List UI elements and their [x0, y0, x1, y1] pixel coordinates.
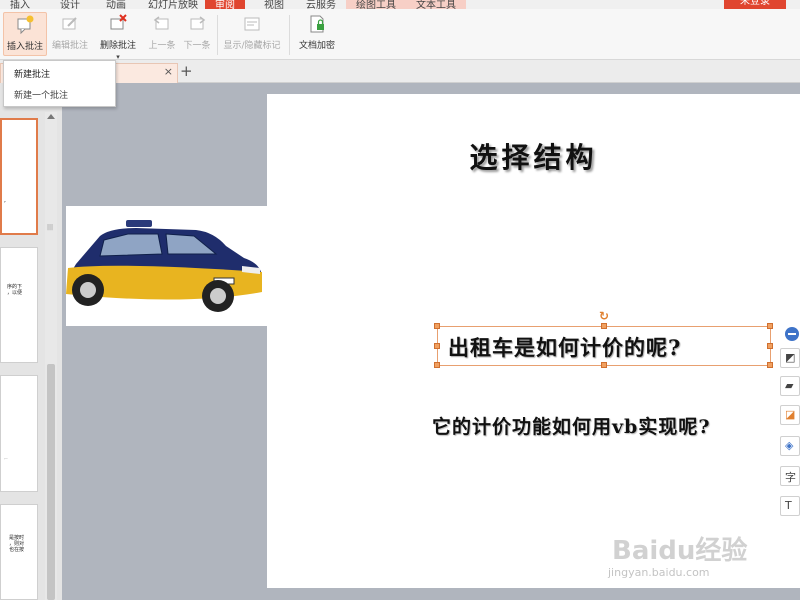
show-hide-markup-button[interactable]: 显示/隐藏标记 [221, 12, 283, 56]
ribbon-toolbar: 插入批注 编辑批注 删除批注 ▾ 上一条 下一条 显示/隐藏标记 文档加密 [0, 9, 800, 61]
slide-thumbnail[interactable]: ⌐ [0, 375, 38, 492]
delete-comment-icon [110, 14, 127, 30]
resize-handle[interactable] [434, 362, 440, 368]
taxi-image[interactable] [66, 206, 268, 326]
edit-comment-button[interactable]: 编辑批注 [50, 12, 90, 56]
text-style-button[interactable]: 字 [780, 466, 800, 486]
menu-bar: 插入 设计 动画 幻灯片放映 审阅 视图 云服务 绘图工具 文本工具 未登录 [0, 0, 800, 9]
scrollbar-thumb[interactable] [47, 364, 55, 600]
collapse-toolbar-button[interactable] [785, 327, 799, 341]
slide-thumbnail[interactable]: 是按时 ，则对 也在按 [0, 504, 38, 600]
tab-review[interactable]: 审阅 [205, 0, 245, 9]
resize-handle[interactable] [767, 323, 773, 329]
delete-comment-button[interactable]: 删除批注 ▾ [94, 12, 142, 61]
tab-animation[interactable]: 动画 [106, 0, 126, 9]
outline-button[interactable]: ◪ [780, 405, 800, 425]
resize-handle[interactable] [767, 362, 773, 368]
encrypt-document-button[interactable]: 文档加密 [295, 12, 339, 56]
fill-color-button[interactable]: ▰ [780, 376, 800, 396]
edit-comment-icon [62, 17, 77, 30]
textbox-text[interactable]: 出租车是如何计价的呢? [448, 332, 681, 362]
tooltip: 新建批注 新建一个批注 [3, 60, 116, 107]
selected-textbox[interactable]: 出租车是如何计价的呢? [434, 323, 773, 368]
tab-drawing-tools[interactable]: 绘图工具 [346, 0, 406, 9]
tab-design[interactable]: 设计 [60, 0, 80, 9]
rotate-handle-icon[interactable]: ↻ [599, 309, 609, 323]
new-tab-icon[interactable]: + [180, 62, 193, 80]
taxi-car-image [66, 220, 262, 312]
insert-comment-button[interactable]: 插入批注 [3, 12, 47, 56]
previous-icon [153, 16, 169, 30]
resize-grip-icon[interactable]: ||| [47, 224, 53, 231]
outline-icon: ◪ [785, 408, 796, 421]
layers-icon: ◈ [785, 439, 794, 452]
resize-handle[interactable] [434, 343, 440, 349]
ribbon-separator [289, 15, 290, 55]
tab-insert[interactable]: 插入 [10, 0, 30, 9]
tooltip-description: 新建一个批注 [14, 91, 69, 101]
fill-color-icon: ▰ [785, 379, 794, 392]
tab-slideshow[interactable]: 幻灯片放映 [148, 0, 198, 9]
resize-handle[interactable] [434, 323, 440, 329]
insert-comment-icon [17, 15, 34, 35]
ribbon-separator [217, 15, 218, 55]
text-style-icon: 字 [785, 471, 796, 484]
watermark-logo: Baidu经验 [612, 536, 748, 566]
edit-shape-button[interactable]: ◩ [780, 348, 800, 368]
slide-thumbnail[interactable]: , [0, 118, 38, 235]
resize-handle[interactable] [767, 343, 773, 349]
layers-button[interactable]: ◈ [780, 436, 800, 456]
resize-handle[interactable] [601, 362, 607, 368]
login-button[interactable]: 未登录 [724, 0, 786, 9]
slide-subtitle[interactable]: 它的计价功能如何用vb实现呢? [432, 412, 710, 439]
document-tab-strip: × + [0, 60, 800, 83]
watermark-url: jingyan.baidu.com [608, 566, 710, 579]
next-button[interactable]: 下一条 [181, 12, 213, 56]
resize-handle[interactable] [601, 323, 607, 329]
edit-shape-icon: ◩ [785, 351, 796, 364]
text-box-button[interactable]: T [780, 496, 800, 516]
text-box-icon: T [785, 499, 792, 512]
minus-icon [788, 333, 796, 335]
thumbnail-scrollbar[interactable]: ||| [45, 112, 57, 600]
previous-button[interactable]: 上一条 [146, 12, 178, 56]
tab-cloud[interactable]: 云服务 [306, 0, 336, 9]
next-icon [190, 16, 206, 30]
scroll-up-icon[interactable] [47, 114, 55, 119]
show-hide-markup-icon [244, 17, 260, 31]
encrypt-document-icon [310, 15, 324, 33]
slide-thumbnail[interactable]: 序的下 ，以便 [0, 247, 38, 363]
slide-title[interactable]: 选择结构 [267, 136, 800, 176]
tooltip-title: 新建批注 [14, 70, 51, 80]
tab-text-tools[interactable]: 文本工具 [406, 0, 466, 9]
tab-view[interactable]: 视图 [264, 0, 284, 9]
close-icon[interactable]: × [164, 65, 173, 78]
slide[interactable]: 选择结构 ↻ 出租车是如何计价的呢? 它的计价功能如何用vb实现呢? [267, 94, 800, 588]
